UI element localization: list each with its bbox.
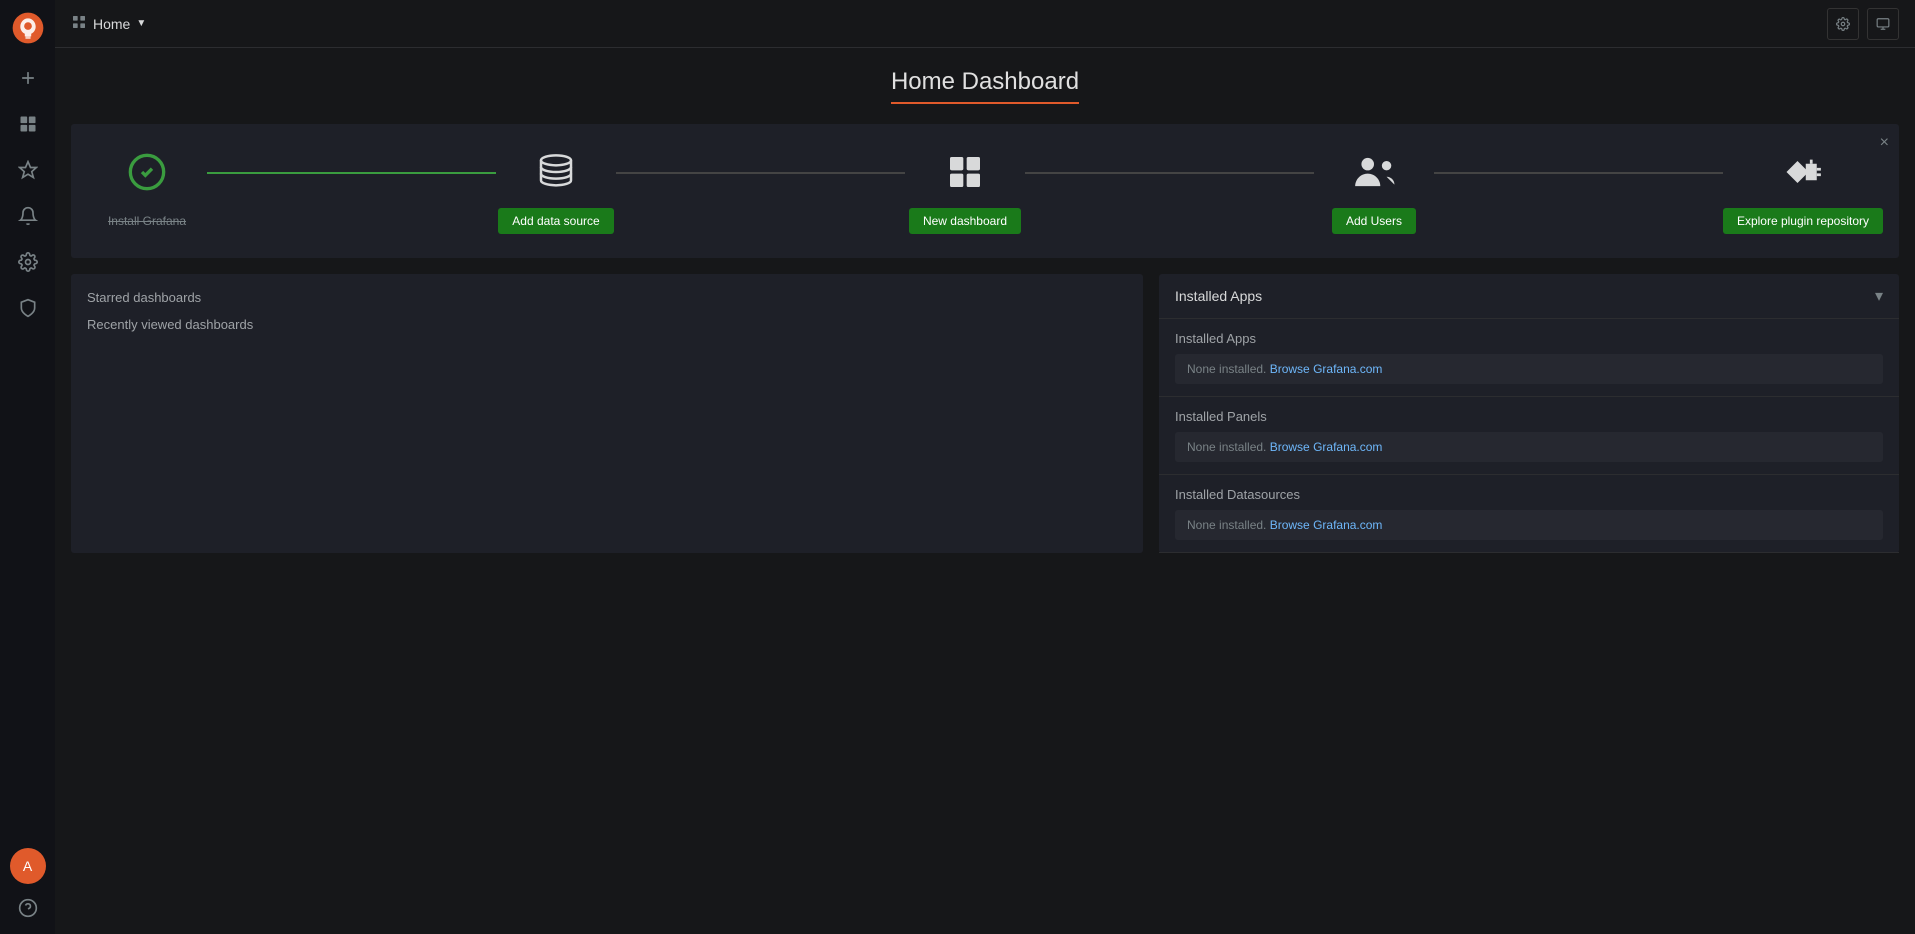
add-users-button[interactable]: Add Users: [1332, 208, 1416, 234]
installed-panels-item: None installed. Browse Grafana.com: [1175, 432, 1883, 462]
content-row: Starred dashboards Recently viewed dashb…: [71, 274, 1899, 553]
installed-apps-none-text: None installed.: [1187, 362, 1270, 376]
database-icon: [532, 148, 580, 196]
installed-apps-browse-link[interactable]: Browse Grafana.com: [1270, 362, 1383, 376]
topbar-actions: [1827, 8, 1899, 40]
dashboard-icon: [941, 148, 989, 196]
main-content: Home ▼ Home Dashboard: [55, 0, 1915, 934]
installed-panels-browse-link[interactable]: Browse Grafana.com: [1270, 440, 1383, 454]
sidebar-item-dashboards[interactable]: [0, 101, 55, 147]
installed-apps-header: Installed Apps ▾: [1159, 274, 1899, 319]
recent-dashboards-label: Recently viewed dashboards: [87, 317, 1127, 332]
page-title: Home Dashboard: [891, 68, 1079, 104]
step-connector-2: [616, 172, 905, 174]
sidebar-item-add[interactable]: [0, 55, 55, 101]
step-new-dashboard: New dashboard: [905, 148, 1025, 234]
grafana-logo[interactable]: [0, 0, 55, 55]
steps-panel: × Install Grafana: [71, 124, 1899, 258]
dropdown-icon[interactable]: ▾: [1875, 286, 1883, 306]
check-circle-icon: [123, 148, 171, 196]
sidebar: A: [0, 0, 55, 934]
users-icon: [1350, 148, 1398, 196]
installed-panels-none-text: None installed.: [1187, 440, 1270, 454]
plugin-icon: [1779, 148, 1827, 196]
topbar: Home ▼: [55, 0, 1915, 48]
topbar-home-nav[interactable]: Home ▼: [71, 14, 146, 33]
install-grafana-button[interactable]: Install Grafana: [94, 208, 200, 234]
installed-panels-section: Installed Panels None installed. Browse …: [1159, 397, 1899, 475]
new-dashboard-button[interactable]: New dashboard: [909, 208, 1021, 234]
dashboard-area: Home Dashboard × Install Grafana: [55, 48, 1915, 934]
installed-datasources-section-title: Installed Datasources: [1175, 487, 1883, 502]
step-explore-plugins: Explore plugin repository: [1723, 148, 1883, 234]
step-connector-1: [207, 172, 496, 174]
installed-datasources-section: Installed Datasources None installed. Br…: [1159, 475, 1899, 553]
sidebar-item-configuration[interactable]: [0, 239, 55, 285]
installed-panels-section-title: Installed Panels: [1175, 409, 1883, 424]
installed-datasources-browse-link[interactable]: Browse Grafana.com: [1270, 518, 1383, 532]
step-install-grafana: Install Grafana: [87, 148, 207, 234]
avatar[interactable]: A: [10, 848, 46, 884]
add-data-source-button[interactable]: Add data source: [498, 208, 613, 234]
steps-row: Install Grafana Add data source: [87, 148, 1883, 234]
page-title-bar: Home Dashboard: [55, 68, 1915, 104]
installed-apps-item: None installed. Browse Grafana.com: [1175, 354, 1883, 384]
sidebar-item-explore[interactable]: [0, 147, 55, 193]
right-panel: Installed Apps ▾ Installed Apps None ins…: [1159, 274, 1899, 553]
sidebar-item-alerting[interactable]: [0, 193, 55, 239]
help-icon[interactable]: [10, 890, 46, 926]
explore-plugins-button[interactable]: Explore plugin repository: [1723, 208, 1883, 234]
settings-button[interactable]: [1827, 8, 1859, 40]
step-connector-3: [1025, 172, 1314, 174]
installed-apps-section-title: Installed Apps: [1175, 331, 1883, 346]
steps-close-button[interactable]: ×: [1880, 134, 1889, 152]
step-add-users: Add Users: [1314, 148, 1434, 234]
step-add-data-source: Add data source: [496, 148, 616, 234]
chevron-down-icon: ▼: [136, 18, 146, 29]
step-connector-4: [1434, 172, 1723, 174]
installed-datasources-item: None installed. Browse Grafana.com: [1175, 510, 1883, 540]
installed-apps-section: Installed Apps None installed. Browse Gr…: [1159, 319, 1899, 397]
starred-dashboards-label: Starred dashboards: [87, 290, 1127, 305]
sidebar-item-shield[interactable]: [0, 285, 55, 331]
home-label: Home: [93, 16, 130, 32]
grid-icon: [71, 14, 87, 33]
monitor-button[interactable]: [1867, 8, 1899, 40]
installed-apps-title: Installed Apps: [1175, 288, 1262, 304]
installed-datasources-none-text: None installed.: [1187, 518, 1270, 532]
left-panel: Starred dashboards Recently viewed dashb…: [71, 274, 1143, 553]
